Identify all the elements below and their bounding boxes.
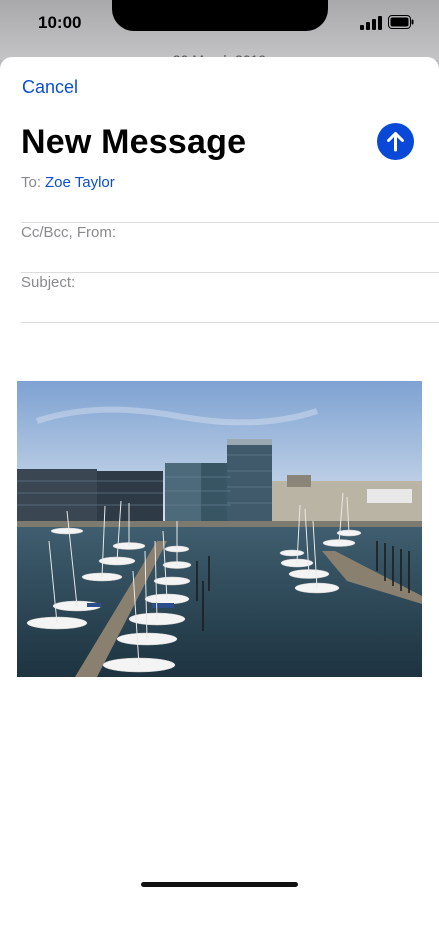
home-indicator[interactable] bbox=[141, 882, 298, 887]
arrow-up-icon bbox=[387, 132, 404, 152]
harbour-photo-image bbox=[17, 381, 422, 677]
device-notch bbox=[112, 0, 328, 31]
compose-sheet: Cancel New Message To: Zoe Taylor Cc/Bcc,… bbox=[0, 57, 439, 952]
to-recipient[interactable]: Zoe Taylor bbox=[45, 174, 115, 191]
attached-photo[interactable] bbox=[17, 381, 422, 677]
page-title: New Message bbox=[21, 123, 247, 161]
cellular-signal-icon bbox=[360, 16, 382, 30]
status-bar: 10:00 20 March 2019 bbox=[0, 0, 439, 68]
cancel-button[interactable]: Cancel bbox=[22, 77, 78, 98]
subject-label: Subject: bbox=[21, 274, 76, 291]
to-field[interactable]: To: Zoe Taylor bbox=[21, 173, 439, 223]
subject-field[interactable]: Subject: bbox=[21, 273, 439, 323]
cc-bcc-from-label: Cc/Bcc, From: bbox=[21, 224, 117, 241]
cc-bcc-from-field[interactable]: Cc/Bcc, From: bbox=[21, 223, 439, 273]
status-time: 10:00 bbox=[38, 13, 82, 32]
to-label: To: bbox=[21, 174, 42, 191]
send-button[interactable] bbox=[377, 123, 414, 160]
battery-icon bbox=[388, 15, 414, 29]
